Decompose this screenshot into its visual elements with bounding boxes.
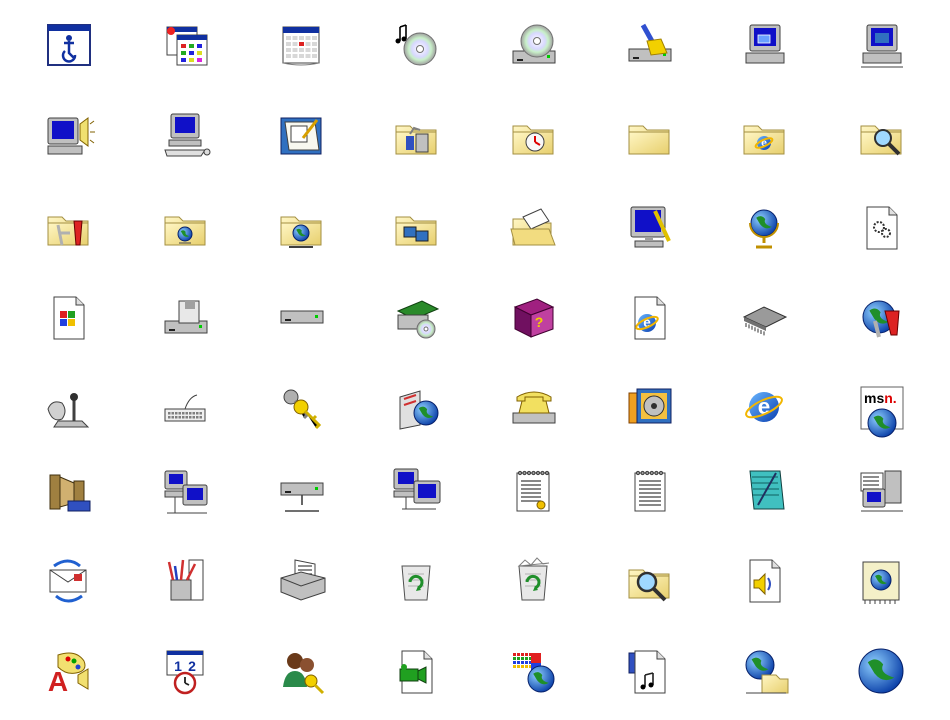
game-controller-icon[interactable]: [36, 375, 102, 441]
user-keys-icon[interactable]: [269, 639, 335, 705]
web-page-file-icon[interactable]: [849, 548, 915, 614]
folder-icon[interactable]: [617, 104, 683, 170]
hardware-card-icon[interactable]: [384, 285, 450, 351]
display-settings-icon[interactable]: [617, 195, 683, 261]
msn-icon[interactable]: msn.: [849, 375, 915, 441]
recycle-bin-empty-icon[interactable]: [384, 548, 450, 614]
clock-calendar-icon[interactable]: 12: [153, 639, 219, 705]
modem-phone-icon[interactable]: [501, 375, 567, 441]
mail-globe-icon[interactable]: [384, 375, 450, 441]
outlook-sync-icon[interactable]: [36, 548, 102, 614]
settings-file-icon[interactable]: [849, 195, 915, 261]
windows-update-icon[interactable]: [153, 13, 219, 79]
recycle-bin-full-icon[interactable]: [501, 548, 567, 614]
spiral-document-icon[interactable]: [501, 459, 567, 525]
help-book-icon[interactable]: ?: [501, 285, 567, 351]
globe-stand-icon[interactable]: [732, 195, 798, 261]
network-computers-icon[interactable]: [153, 459, 219, 525]
internet-explorer-icon[interactable]: e: [732, 375, 798, 441]
keyboard-icon[interactable]: [153, 375, 219, 441]
icon-grid: e ? e e msn. A 1 2: [0, 0, 950, 720]
control-panel-folder-icon[interactable]: [384, 104, 450, 170]
media-reel-icon[interactable]: [617, 375, 683, 441]
network-computer-icon[interactable]: [849, 13, 915, 79]
search-folder-magnify-icon[interactable]: [617, 548, 683, 614]
globe-icon[interactable]: [849, 639, 915, 705]
multimedia-film-icon[interactable]: [36, 459, 102, 525]
computer-keyboard-icon[interactable]: [153, 104, 219, 170]
open-folder-icon[interactable]: [501, 195, 567, 261]
sound-file-icon[interactable]: [732, 548, 798, 614]
fonts-paint-icon[interactable]: A: [36, 639, 102, 705]
memory-chip-icon[interactable]: [732, 285, 798, 351]
network-drive-icon[interactable]: [269, 459, 335, 525]
keys-icon[interactable]: [269, 375, 335, 441]
windows-globe-icon[interactable]: [501, 639, 567, 705]
video-file-icon[interactable]: [384, 639, 450, 705]
server-network-icon[interactable]: [849, 459, 915, 525]
network-world-icon[interactable]: [732, 639, 798, 705]
multimedia-monitor-icon[interactable]: [36, 104, 102, 170]
search-folder-icon[interactable]: [849, 104, 915, 170]
svg-text:1: 1: [174, 658, 182, 674]
printer-icon[interactable]: [269, 548, 335, 614]
hard-drive-icon[interactable]: [269, 285, 335, 351]
floppy-drive-icon[interactable]: [153, 285, 219, 351]
media-player-file-icon[interactable]: [617, 639, 683, 705]
notepad-icon[interactable]: [269, 104, 335, 170]
accessibility-icon[interactable]: [36, 13, 102, 79]
scheduled-tasks-folder-icon[interactable]: [501, 104, 567, 170]
pen-holder-icon[interactable]: [153, 548, 219, 614]
disk-cleanup-icon[interactable]: [617, 13, 683, 79]
svg-text:?: ?: [535, 314, 544, 330]
cd-drive-icon[interactable]: [501, 13, 567, 79]
network-tools-icon[interactable]: [849, 285, 915, 351]
note-pad-icon[interactable]: [732, 459, 798, 525]
text-document-icon[interactable]: [617, 459, 683, 525]
admin-tools-folder-icon[interactable]: [36, 195, 102, 261]
svg-text:2: 2: [188, 658, 196, 674]
cd-audio-icon[interactable]: [384, 13, 450, 79]
windows-logo-file-icon[interactable]: [36, 285, 102, 351]
my-computer-icon[interactable]: [732, 13, 798, 79]
connected-computers-icon[interactable]: [384, 459, 450, 525]
shared-globe-folder-icon[interactable]: [269, 195, 335, 261]
svg-text:A: A: [48, 666, 68, 697]
calendar-icon[interactable]: [269, 13, 335, 79]
internet-shortcut-icon[interactable]: e: [617, 285, 683, 351]
internet-folder-icon[interactable]: e: [732, 104, 798, 170]
svg-text:msn.: msn.: [864, 390, 897, 406]
network-places-folder-icon[interactable]: [153, 195, 219, 261]
network-folder-icon[interactable]: [384, 195, 450, 261]
